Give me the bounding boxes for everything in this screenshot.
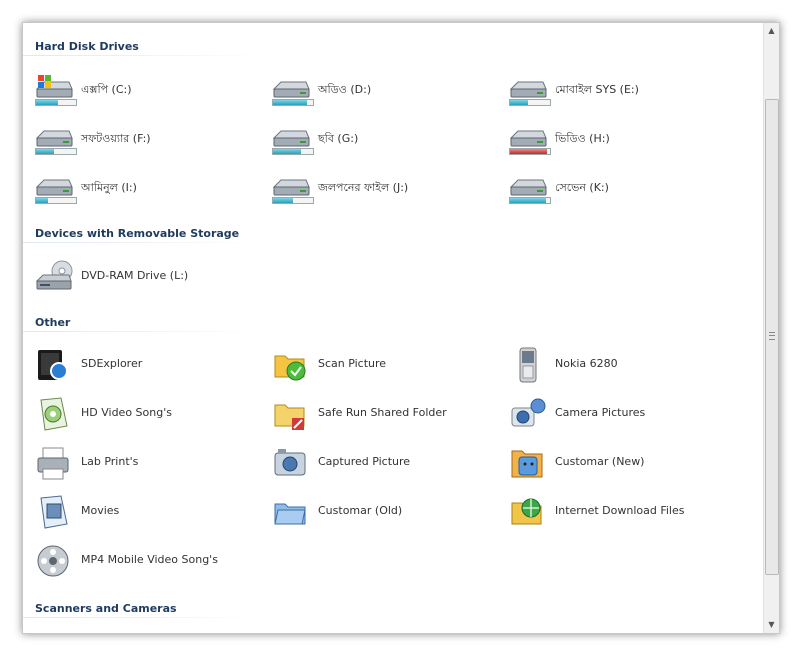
drive-item[interactable]: অডিও (D:) [260,77,490,113]
item-label: DVD-RAM Drive (L:) [81,269,189,282]
usage-bar [509,197,551,204]
item-label: Captured Picture [318,455,411,468]
section-title-scanners: Scanners and Cameras [35,602,177,615]
photo-camera-icon [274,449,306,476]
section-divider [23,242,263,243]
folder-item[interactable]: Internet Download Files [497,494,727,530]
file-list-pane: Hard Disk Drives এক্সপি (C:) অডিও (D:) মোব… [23,23,763,633]
vertical-scrollbar[interactable]: ▲ ▼ [763,23,779,633]
item-label: এক্সপি (C:) [81,83,132,96]
folder-item[interactable]: MP4 Mobile Video Song's [23,543,253,579]
usage-bar [35,148,77,155]
folder-item[interactable]: Movies [23,494,253,530]
finder-face-icon [511,450,543,478]
usage-bar [35,197,77,204]
drive-item[interactable]: এক্সপি (C:) [23,75,253,113]
folder-item[interactable]: Customar (New) [497,445,727,481]
blue-folder-icon [274,503,306,525]
usage-fill [36,198,48,203]
folder-item[interactable]: Captured Picture [260,445,490,481]
dvd-drive-icon [35,260,73,290]
item-label: MP4 Mobile Video Song's [81,553,218,566]
item-label: Safe Run Shared Folder [318,406,447,419]
usage-bar [509,148,551,155]
drive-item[interactable]: সফটওয়্যার (F:) [23,126,253,162]
drive-item[interactable]: সেভেন (K:) [497,175,727,211]
item-label: Customar (New) [555,455,645,468]
section-title-other: Other [35,316,71,329]
item-label: সেভেন (K:) [555,181,609,194]
item-label: Internet Download Files [555,504,685,517]
section-divider [23,55,263,56]
film-reel-icon [37,545,69,577]
mobile-phone-icon [519,347,537,383]
camera-icon [511,398,546,427]
video-file-icon [40,397,68,431]
item-label: মোবাইল SYS (E:) [555,83,639,96]
folder-item[interactable]: Camera Pictures [497,396,727,432]
usage-fill [273,149,301,154]
folder-item[interactable]: Scan Picture [260,347,490,383]
usage-fill [36,149,54,154]
shared-folder-icon [274,404,305,430]
item-label: HD Video Song's [81,406,172,419]
usage-fill [510,100,528,105]
folder-item[interactable]: Lab Print's [23,445,253,481]
folder-item[interactable]: Nokia 6280 [497,347,727,383]
usage-bar [35,99,77,106]
item-label: অডিও (D:) [318,83,372,96]
drive-item[interactable]: ছবি (G:) [260,126,490,162]
folder-item[interactable]: Safe Run Shared Folder [260,396,490,432]
folder-item[interactable]: SDExplorer [23,347,253,383]
item-label: ছবি (G:) [318,132,359,145]
usage-bar [509,99,551,106]
usage-fill [510,198,546,203]
item-label: Camera Pictures [555,406,646,419]
drive-item[interactable]: ভিডিও (H:) [497,126,727,162]
item-label: Scan Picture [318,357,387,370]
item-label: Customar (Old) [318,504,403,517]
item-label: জলপনের ফাইল (J:) [318,181,409,194]
printer-icon [37,447,69,480]
item-label: সফটওয়্যার (F:) [81,132,151,145]
film-file-icon [40,495,68,529]
usage-fill [36,100,58,105]
drive-item[interactable]: আমিনুল (I:) [23,175,253,211]
item-label: Nokia 6280 [555,357,618,370]
scroll-down-button[interactable]: ▼ [764,617,779,633]
folder-item[interactable]: HD Video Song's [23,396,253,432]
usage-fill [510,149,547,154]
drive-item-dvd[interactable]: DVD-RAM Drive (L:) [23,259,253,295]
item-label: ভিডিও (H:) [555,132,610,145]
item-label: Lab Print's [81,455,139,468]
drive-item[interactable]: জলপনের ফাইল (J:) [260,175,490,211]
item-label: SDExplorer [81,357,143,370]
explorer-window: Hard Disk Drives এক্সপি (C:) অডিও (D:) মোব… [22,22,780,634]
section-title-removable: Devices with Removable Storage [35,227,240,240]
usage-fill [273,198,293,203]
item-label: Movies [81,504,120,517]
folder-item[interactable]: Customar (Old) [260,494,490,530]
usage-fill [273,100,307,105]
section-divider [23,617,263,618]
usage-bar [272,197,314,204]
usage-bar [272,148,314,155]
scan-folder-icon [274,355,306,381]
drive-item[interactable]: মোবাইল SYS (E:) [497,77,727,113]
section-title-hard-disk: Hard Disk Drives [35,40,139,53]
internet-folder-icon [511,498,542,525]
usage-bar [272,99,314,106]
scroll-up-button[interactable]: ▲ [764,23,779,39]
sd-explorer-icon [38,350,68,380]
scroll-thumb[interactable] [765,99,779,575]
grip-icon [769,332,775,340]
item-label: আমিনুল (I:) [81,181,137,194]
section-divider [23,331,263,332]
